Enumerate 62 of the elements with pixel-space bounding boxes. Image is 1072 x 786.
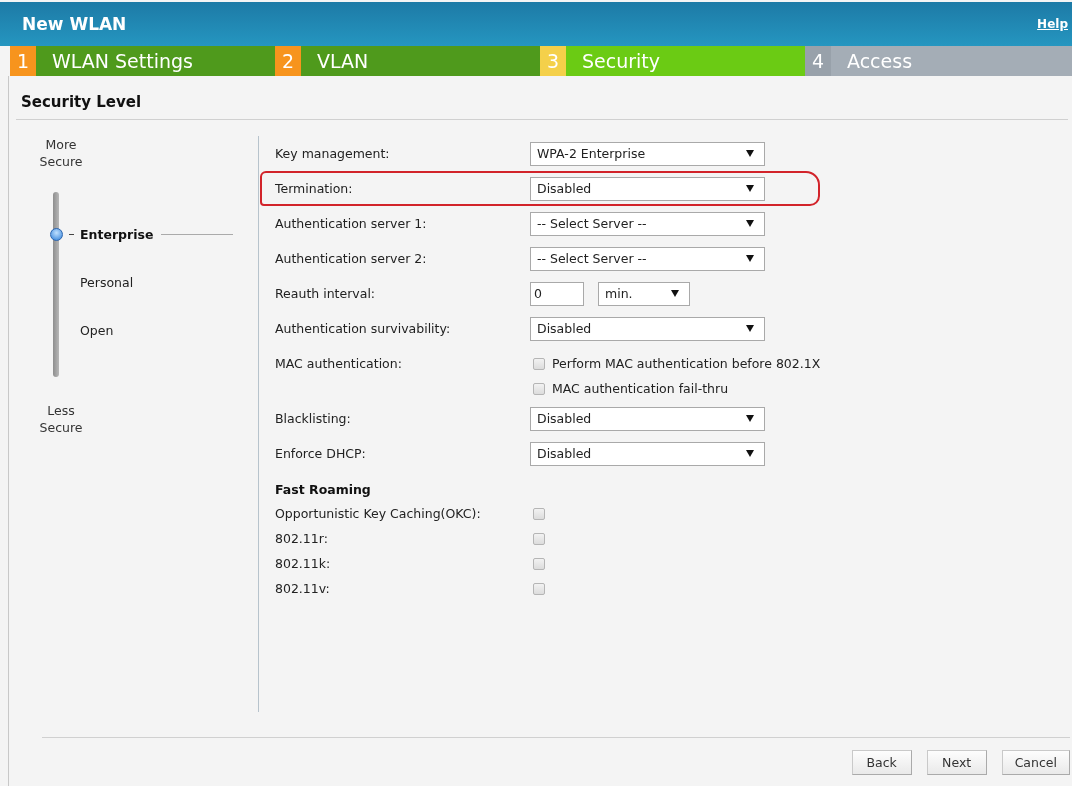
field-label: Reauth interval: (275, 286, 377, 301)
back-button[interactable]: Back (851, 750, 912, 775)
checkbox[interactable] (533, 382, 545, 395)
checkbox-label: Perform MAC authentication before 802.1X (552, 356, 821, 371)
step-number: 4 (805, 46, 831, 76)
checkbox[interactable] (533, 532, 545, 545)
checkbox[interactable] (533, 507, 545, 520)
caret-icon (746, 185, 754, 192)
security-level-option[interactable]: Personal (80, 274, 134, 290)
caret-icon (746, 255, 754, 262)
field-label: Enforce DHCP: (275, 446, 367, 461)
wizard-step[interactable]: 1 WLAN Settings (10, 46, 275, 76)
field-label: Key management: (275, 146, 391, 161)
checkbox[interactable] (533, 582, 545, 595)
field-label: Termination: (275, 181, 354, 196)
caret-icon (746, 150, 754, 157)
input-field[interactable]: 0 (530, 281, 584, 306)
checkbox-label: MAC authentication fail-thru (552, 381, 729, 396)
step-number: 2 (275, 46, 301, 76)
security-level-option[interactable]: Open (80, 322, 114, 338)
step-number: 3 (540, 46, 566, 76)
dropdown[interactable]: -- Select Server -- (530, 211, 765, 236)
section-title: Security Level (20, 92, 143, 113)
step-label: VLAN (316, 49, 370, 74)
cancel-button[interactable]: Cancel (1001, 750, 1070, 775)
field-label: MAC authentication: (275, 355, 403, 373)
step-label: Security (581, 49, 662, 74)
slider-end-label: More Secure (38, 136, 84, 170)
checkbox[interactable] (533, 357, 545, 370)
field-label: 802.11r: (275, 531, 329, 546)
dropdown[interactable]: Disabled (530, 406, 765, 431)
step-number: 1 (10, 46, 36, 76)
field-label: Blacklisting: (275, 411, 352, 426)
caret-icon (746, 220, 754, 227)
dropdown[interactable]: Disabled (530, 316, 765, 341)
caret-icon (746, 325, 754, 332)
subsection-title: Fast Roaming (275, 481, 372, 499)
dropdown[interactable]: WPA-2 Enterprise (530, 141, 765, 166)
step-label: Access (846, 49, 914, 74)
dropdown[interactable]: Disabled (530, 441, 765, 466)
wizard-step[interactable]: 2 VLAN (275, 46, 540, 76)
window-title: New WLAN (22, 14, 127, 34)
field-label: Opportunistic Key Caching(OKC): (275, 506, 482, 521)
dropdown[interactable]: Disabled (530, 176, 765, 201)
next-button[interactable]: Next (926, 750, 987, 775)
help-link[interactable]: Help (1037, 17, 1068, 31)
slider-thumb[interactable] (50, 227, 63, 241)
dash-mark (69, 233, 74, 235)
caret-icon (746, 450, 754, 457)
security-level-option[interactable]: Enterprise (80, 226, 154, 242)
field-label: 802.11k: (275, 556, 332, 571)
step-label: WLAN Settings (51, 49, 194, 74)
field-label: 802.11v: (275, 581, 331, 596)
field-label: Authentication survivability: (275, 321, 452, 336)
checkbox[interactable] (533, 557, 545, 570)
caret-icon (746, 415, 754, 422)
slider-end-label: Less Secure (38, 402, 84, 436)
dropdown[interactable]: min. (598, 281, 690, 306)
caret-icon (671, 290, 679, 297)
dropdown[interactable]: -- Select Server -- (530, 246, 765, 271)
field-label: Authentication server 1: (275, 216, 428, 231)
field-label: Authentication server 2: (275, 251, 428, 266)
